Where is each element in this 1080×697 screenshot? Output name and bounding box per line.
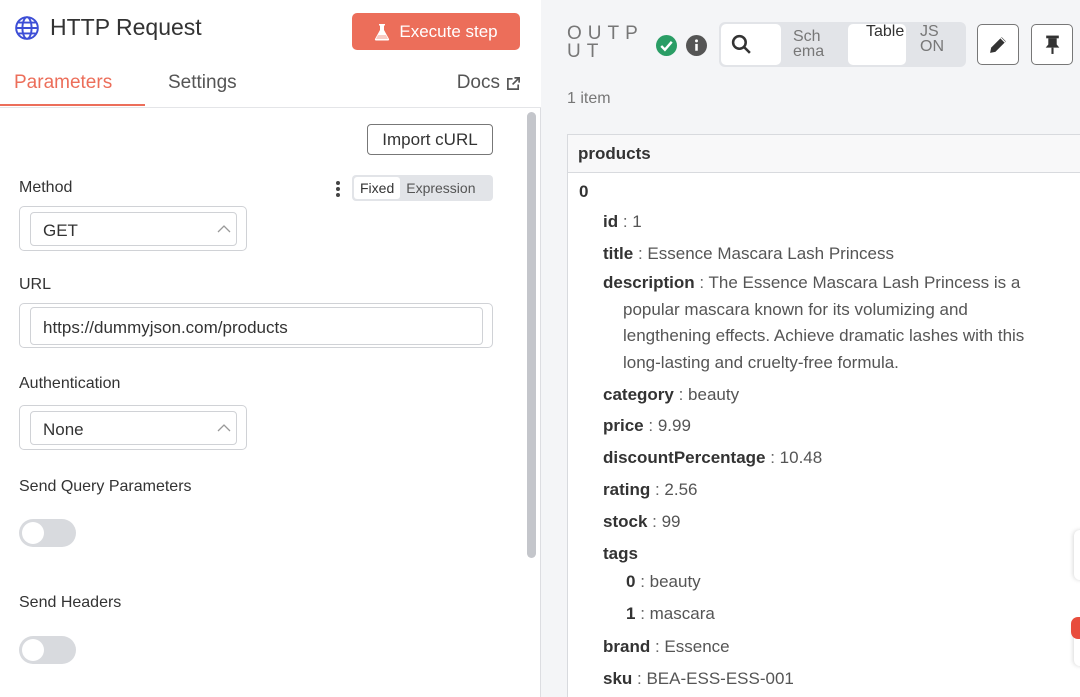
field-key: brand — [603, 637, 651, 656]
node-header: HTTP Request Execute step Parameters Set… — [0, 0, 541, 108]
method-select-inner: GET — [30, 212, 237, 246]
field-value: 9.99 — [657, 416, 691, 435]
success-check-icon — [656, 35, 677, 56]
notification-dot — [1071, 617, 1080, 639]
field-value: beauty — [649, 572, 701, 591]
field-value: 1 — [632, 212, 642, 231]
pin-icon — [1045, 35, 1060, 54]
column-header: products — [568, 135, 1080, 173]
execute-step-button[interactable]: Execute step — [352, 13, 520, 50]
tree-index: 0 — [579, 182, 588, 202]
send-headers-label: Send Headers — [19, 594, 122, 611]
field-key: sku — [603, 669, 633, 688]
authentication-value: None — [43, 420, 84, 439]
tree-row-tags: tags — [603, 544, 638, 564]
canvas-edge-handle[interactable] — [1074, 530, 1080, 580]
url-value: https://dummyjson.com/products — [43, 318, 288, 337]
info-icon[interactable] — [686, 35, 707, 56]
field-key: description — [603, 273, 695, 292]
field-key: rating — [603, 480, 651, 499]
parameters-scrollbar[interactable] — [527, 112, 536, 558]
tree-row-price: price : 9.99 — [603, 416, 691, 435]
output-panel: OUTPUT Schema Table JSON 1 item products… — [542, 0, 1080, 697]
field-key: id — [603, 212, 619, 231]
tree-row-tag: 1 : mascara — [626, 604, 715, 623]
field-key: category — [603, 385, 674, 404]
execute-step-label: Execute step — [399, 21, 498, 41]
method-label: Method — [19, 179, 73, 196]
view-table[interactable]: Table — [848, 24, 906, 65]
field-key: stock — [603, 512, 648, 531]
tree-row-rating: rating : 2.56 — [603, 480, 698, 499]
field-key: discountPercentage — [603, 448, 766, 467]
send-headers-toggle[interactable] — [19, 636, 76, 664]
field-value: BEA-ESS-ESS-001 — [646, 669, 794, 688]
tree-row-stock: stock : 99 — [603, 512, 681, 531]
import-curl-button[interactable]: Import cURL — [367, 124, 493, 155]
docs-label: Docs — [456, 72, 500, 93]
mode-fixed[interactable]: Fixed — [354, 177, 401, 199]
send-query-label: Send Query Parameters — [19, 478, 192, 495]
authentication-select[interactable]: None — [19, 405, 247, 450]
tree-row-sku: sku : BEA-ESS-ESS-001 — [603, 669, 794, 688]
field-value: 10.48 — [779, 448, 823, 467]
parameters-form: Import cURL Method Fixed Expression GET … — [0, 108, 522, 697]
mode-expression[interactable]: Expression — [400, 177, 481, 199]
field-value: Essence Mascara Lash Princess — [647, 244, 895, 263]
field-value: Essence — [664, 637, 730, 656]
options-menu-icon[interactable] — [334, 179, 342, 199]
tree-row-tag: 0 : beauty — [626, 572, 701, 591]
node-tabs: Parameters Settings Docs — [0, 68, 541, 108]
view-json[interactable]: JSON — [920, 24, 946, 65]
item-count: 1 item — [567, 90, 611, 107]
output-search-button[interactable] — [721, 24, 781, 65]
edit-output-button[interactable] — [977, 24, 1019, 65]
field-value: mascara — [649, 604, 715, 623]
external-link-icon — [507, 76, 520, 90]
flask-icon — [375, 23, 390, 40]
authentication-label: Authentication — [19, 375, 121, 392]
field-key: title — [603, 244, 634, 263]
chevron-up-icon — [217, 424, 231, 432]
output-table: products 0 id : 1 title : Essence Mascar… — [567, 134, 1080, 697]
pin-output-button[interactable] — [1031, 24, 1073, 65]
field-value: 99 — [661, 512, 681, 531]
toggle-knob — [22, 522, 44, 544]
tab-parameters[interactable]: Parameters — [14, 72, 112, 94]
send-query-toggle[interactable] — [19, 519, 76, 547]
view-schema[interactable]: Schema — [793, 24, 829, 65]
field-value: 2.56 — [664, 480, 698, 499]
field-value: beauty — [688, 385, 740, 404]
output-label: OUTPUT — [567, 23, 644, 62]
active-tab-indicator — [0, 104, 145, 106]
node-title-text: HTTP Request — [50, 14, 202, 40]
url-field[interactable]: https://dummyjson.com/products — [19, 303, 493, 348]
output-view-switcher: Schema Table JSON — [719, 22, 966, 67]
tree-row-brand: brand : Essence — [603, 637, 730, 656]
tree-row-description: description : The Essence Mascara Lash P… — [603, 273, 1025, 372]
url-label: URL — [19, 276, 52, 293]
tree-row-discount: discountPercentage : 10.48 — [603, 448, 823, 467]
node-title: HTTP Request — [14, 14, 202, 41]
tree-row-title: title : Essence Mascara Lash Princess — [603, 244, 895, 263]
globe-icon — [15, 15, 39, 40]
index-key: 0 — [579, 182, 589, 201]
chevron-up-icon — [217, 225, 231, 233]
url-field-inner: https://dummyjson.com/products — [30, 307, 483, 345]
toggle-knob — [22, 639, 44, 661]
tree-row-id: id : 1 — [603, 212, 642, 231]
authentication-select-inner: None — [30, 411, 237, 445]
field-key: tags — [603, 544, 638, 563]
pencil-icon — [990, 37, 1006, 53]
tab-settings[interactable]: Settings — [168, 72, 237, 94]
tree-row-category: category : beauty — [603, 385, 740, 404]
search-icon — [731, 34, 751, 54]
docs-link[interactable]: Docs — [457, 72, 521, 94]
method-select[interactable]: GET — [19, 206, 247, 251]
fixed-expression-toggle: Fixed Expression — [352, 175, 493, 201]
node-parameters-panel: HTTP Request Execute step Parameters Set… — [0, 0, 541, 697]
method-value: GET — [43, 221, 78, 240]
field-key: price — [603, 416, 644, 435]
